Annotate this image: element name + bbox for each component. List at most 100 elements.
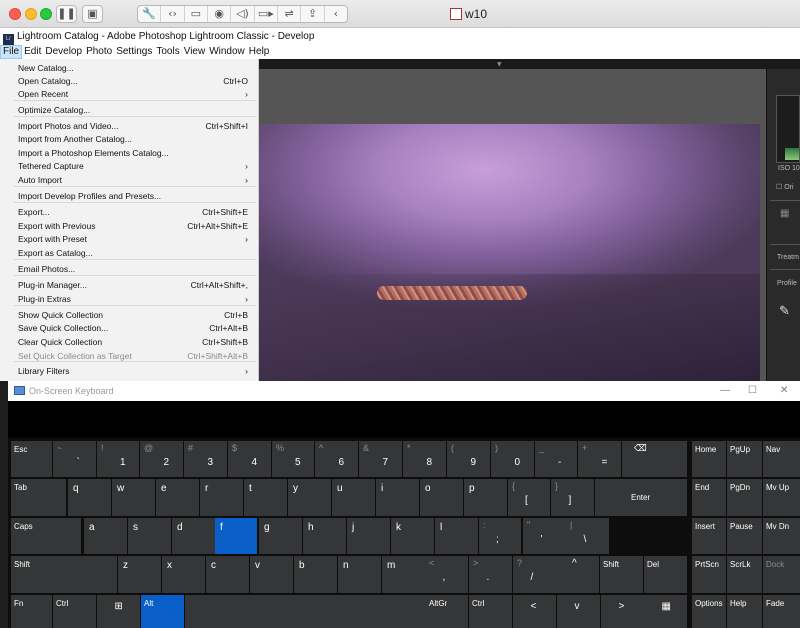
file-menu-item[interactable]: Email Photos... xyxy=(18,263,248,275)
key-s[interactable]: s xyxy=(128,518,171,554)
key-a[interactable]: a xyxy=(84,518,127,554)
collapse-arrow-icon[interactable]: ▼ xyxy=(497,61,502,68)
menu-file[interactable]: File xyxy=(0,45,23,59)
file-menu-item[interactable]: Auto Import › xyxy=(18,174,248,186)
share-icon[interactable]: ⇪ xyxy=(301,6,325,22)
key-fade[interactable]: Fade xyxy=(763,595,800,628)
key-pgup[interactable]: PgUp xyxy=(727,441,762,477)
file-menu-item[interactable]: Export with Previous Ctrl+Alt+Shift+E xyxy=(18,220,248,232)
menu-settings[interactable]: Settings xyxy=(114,45,154,59)
key-altgr[interactable]: AltGr xyxy=(426,595,468,628)
minimize-icon[interactable]: — xyxy=(720,381,730,401)
key-options[interactable]: Options xyxy=(692,595,726,628)
speaker-icon[interactable]: ◁) xyxy=(231,6,255,22)
key-n[interactable]: n xyxy=(338,556,381,593)
key-1[interactable]: 1! xyxy=(97,441,139,477)
maximize-window-button[interactable] xyxy=(40,8,52,20)
key-help[interactable]: Help xyxy=(727,595,762,628)
menu-view[interactable]: View xyxy=(182,45,208,59)
key-v[interactable]: v xyxy=(250,556,293,593)
key-5[interactable]: 5% xyxy=(272,441,314,477)
key-k[interactable]: k xyxy=(391,518,434,554)
file-menu-item[interactable]: Import a Photoshop Elements Catalog... xyxy=(18,147,248,159)
key-z[interactable]: z xyxy=(118,556,161,593)
key-4[interactable]: 4 $ xyxy=(228,441,271,477)
file-menu-item[interactable]: Plug-in Extras › xyxy=(18,293,248,305)
file-menu-item[interactable]: New Catalog... xyxy=(18,62,248,74)
camera-icon[interactable]: ◉ xyxy=(208,6,232,22)
key-p[interactable]: p xyxy=(464,479,507,516)
file-menu-item[interactable]: Plug-in Manager... Ctrl+Alt+Shift+, xyxy=(18,279,248,291)
file-menu-item[interactable]: Optimize Catalog... xyxy=(18,104,248,116)
key-b[interactable]: b xyxy=(294,556,337,593)
eyedropper-icon[interactable]: ✎ xyxy=(779,303,790,319)
key-slash[interactable]: /? xyxy=(513,556,556,593)
backspace-key[interactable]: ⌫ xyxy=(622,441,687,477)
close-icon[interactable]: ✕ xyxy=(780,381,788,401)
key-del[interactable]: Del xyxy=(644,556,687,593)
snapshot-icon[interactable]: ▣ xyxy=(82,5,103,23)
menu-develop[interactable]: Develop xyxy=(43,45,84,59)
key-home[interactable]: Home xyxy=(692,441,726,477)
file-menu-item[interactable]: Open Catalog... Ctrl+O xyxy=(18,75,248,87)
pause-icon[interactable]: ❚❚ xyxy=(56,5,77,23)
file-menu-item[interactable]: Save Quick Collection... Ctrl+Alt+B xyxy=(18,322,248,334)
key-scrlk[interactable]: ScrLk xyxy=(727,556,762,593)
menu-window[interactable]: Window xyxy=(207,45,247,59)
file-menu-item[interactable]: Export... Ctrl+Shift+E xyxy=(18,206,248,218)
key-2[interactable]: 2 @ xyxy=(140,441,183,477)
key-ctrl[interactable]: Ctrl xyxy=(469,595,512,628)
file-menu-item[interactable]: Library Filters › xyxy=(18,365,248,377)
key-semicolon[interactable]: ;: xyxy=(479,518,521,554)
maximize-icon[interactable]: ☐ xyxy=(748,381,757,401)
drive-icon[interactable]: ▭ xyxy=(185,6,208,22)
key-9[interactable]: 9( xyxy=(447,441,490,477)
histogram[interactable] xyxy=(776,95,800,163)
key-close-bracket[interactable]: ]} xyxy=(551,479,594,516)
key-u[interactable]: u xyxy=(332,479,375,516)
original-checkbox[interactable]: ☐ Ori xyxy=(776,183,794,191)
key-e[interactable]: e xyxy=(156,479,199,516)
key-period[interactable]: . > xyxy=(469,556,512,593)
key-8[interactable]: 8 * xyxy=(403,441,446,477)
right-arrow-key[interactable]: > xyxy=(601,595,644,628)
file-menu-item[interactable]: Import from Another Catalog... xyxy=(18,133,248,145)
key-alt[interactable]: Alt xyxy=(141,595,184,628)
key-f[interactable]: f xyxy=(215,518,257,554)
key-comma[interactable]: , < xyxy=(425,556,468,593)
key-x[interactable]: x xyxy=(162,556,205,593)
key-d[interactable]: d xyxy=(172,518,215,554)
file-menu-item[interactable]: Import Develop Profiles and Presets... xyxy=(18,190,248,202)
key-nav[interactable]: Nav xyxy=(763,441,800,477)
key-c[interactable]: c xyxy=(206,556,249,593)
develop-photo[interactable] xyxy=(259,124,760,381)
file-menu-item[interactable]: Tethered Capture › xyxy=(18,160,248,172)
key-r[interactable]: r xyxy=(200,479,243,516)
key-w[interactable]: w xyxy=(112,479,155,516)
code-icon[interactable]: ‹› xyxy=(161,6,185,22)
key-o[interactable]: o xyxy=(420,479,463,516)
tool-strip-icon[interactable]: ▦ xyxy=(780,208,789,219)
menu-tools[interactable]: Tools xyxy=(154,45,181,59)
key-l[interactable]: l xyxy=(435,518,478,554)
key-minus[interactable]: - _ xyxy=(535,441,577,477)
key-insert[interactable]: Insert xyxy=(692,518,726,554)
wrench-icon[interactable]: 🔧 xyxy=(138,6,162,22)
menu-help[interactable]: Help xyxy=(247,45,272,59)
key-ctrl[interactable]: Ctrl xyxy=(53,595,96,628)
key-backtick[interactable]: ` ~ xyxy=(53,441,96,477)
key-0[interactable]: 0) xyxy=(491,441,534,477)
left-arrow-key[interactable]: < xyxy=(513,595,556,628)
down-arrow-key[interactable]: v xyxy=(557,595,600,628)
key-end[interactable]: End xyxy=(692,479,726,516)
key-backslash[interactable]: \ | xyxy=(566,518,609,554)
key-pgdn[interactable]: PgDn xyxy=(727,479,762,516)
video-icon[interactable]: ▭▸ xyxy=(255,6,278,22)
file-menu-item[interactable]: Export with Preset › xyxy=(18,233,248,245)
chevron-left-icon[interactable]: ‹ xyxy=(325,6,347,22)
key-q[interactable]: q xyxy=(68,479,111,516)
key-tab[interactable]: Tab xyxy=(11,479,66,516)
menu-edit[interactable]: Edit xyxy=(22,45,43,59)
menu-key[interactable]: ▦ xyxy=(644,595,687,628)
key-enter[interactable]: Enter xyxy=(595,479,687,516)
